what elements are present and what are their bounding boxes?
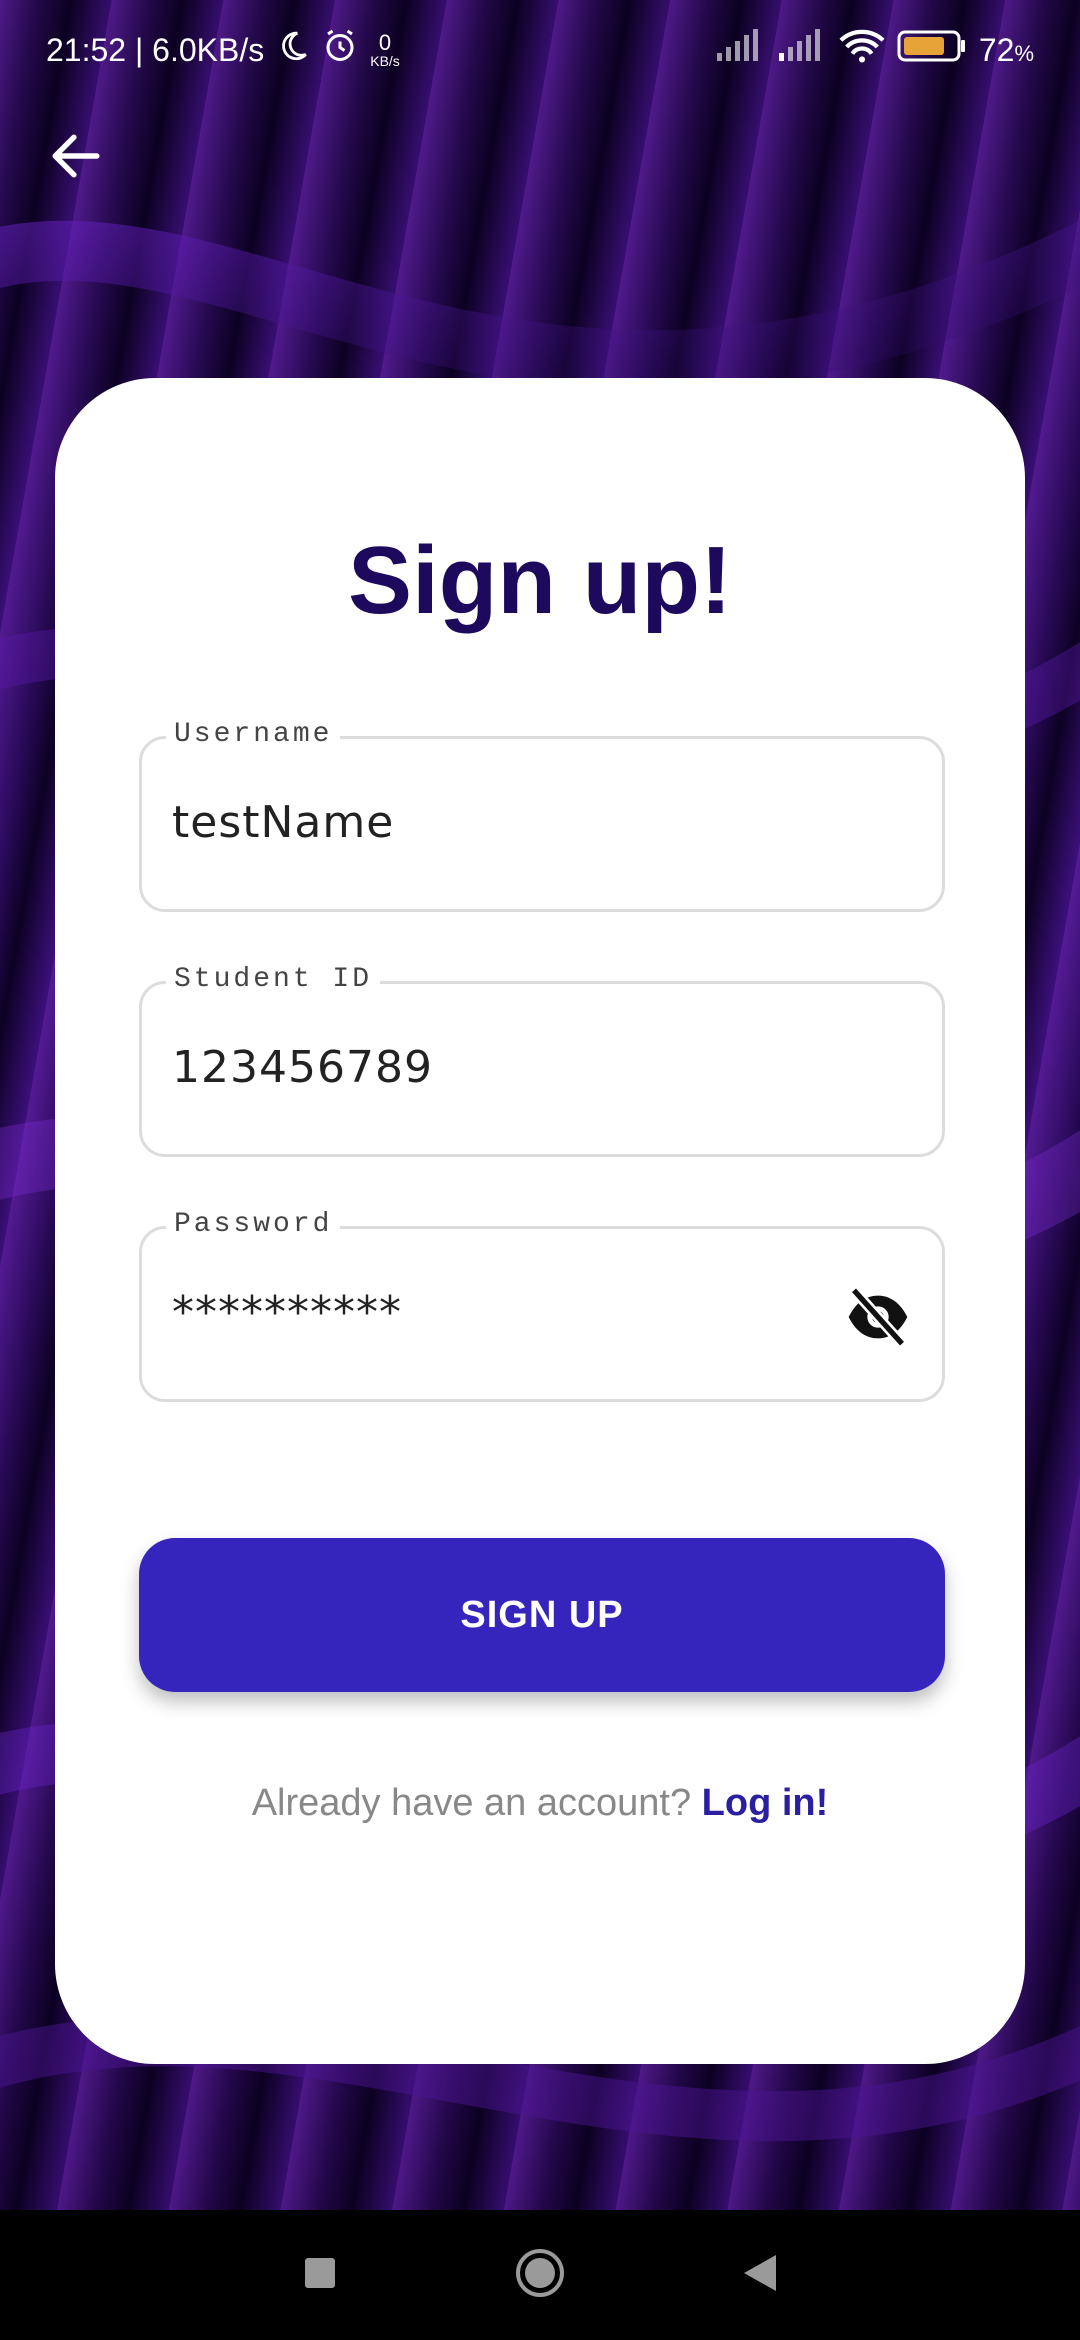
wifi-icon <box>839 28 885 72</box>
battery-level: 72% <box>979 32 1034 69</box>
password-label: Password <box>166 1209 341 1240</box>
triangle-back-icon <box>742 2253 778 2298</box>
signal-icon <box>715 29 765 71</box>
back-button[interactable] <box>46 128 106 188</box>
password-field[interactable]: Password ********** <box>139 1209 945 1402</box>
battery-unit: % <box>1014 40 1034 66</box>
net-speed-unit: KB/s <box>370 53 400 69</box>
square-icon <box>303 2256 337 2295</box>
back-nav-button[interactable] <box>730 2245 790 2305</box>
login-prompt-text: Already have an account? <box>251 1782 692 1824</box>
password-input[interactable]: ********** <box>172 1287 402 1338</box>
login-prompt-row: Already have an account? Log in! <box>55 1782 1025 1825</box>
login-link[interactable]: Log in! <box>702 1782 829 1824</box>
net-speed-value: 0 <box>378 30 392 55</box>
battery-value: 72 <box>978 31 1015 68</box>
recents-button[interactable] <box>290 2245 350 2305</box>
status-time: 21:52 | 6.0KB/s <box>46 31 265 68</box>
moon-icon <box>276 29 310 71</box>
net-speed: 0 KB/s <box>370 30 400 69</box>
home-button[interactable] <box>510 2245 570 2305</box>
alarm-icon <box>322 28 358 72</box>
signup-card: Sign up! Username testName Student ID 12… <box>55 378 1025 2064</box>
eye-off-icon[interactable] <box>846 1286 910 1348</box>
system-nav-bar <box>0 2210 1080 2340</box>
battery-icon <box>897 28 967 72</box>
sign-up-button[interactable]: SIGN UP <box>139 1538 945 1692</box>
status-bar: 21:52 | 6.0KB/s 0 KB/s 72% <box>0 0 1080 100</box>
circle-icon <box>514 2247 566 2304</box>
username-field[interactable]: Username testName <box>139 719 945 912</box>
student-id-field[interactable]: Student ID 123456789 <box>139 964 945 1157</box>
student-id-input[interactable]: 123456789 <box>172 1042 433 1093</box>
arrow-left-icon <box>51 133 101 184</box>
username-input[interactable]: testName <box>172 797 394 848</box>
username-label: Username <box>166 719 341 750</box>
student-id-label: Student ID <box>166 964 381 995</box>
signal-icon <box>777 29 827 71</box>
page-title: Sign up! <box>348 527 732 634</box>
